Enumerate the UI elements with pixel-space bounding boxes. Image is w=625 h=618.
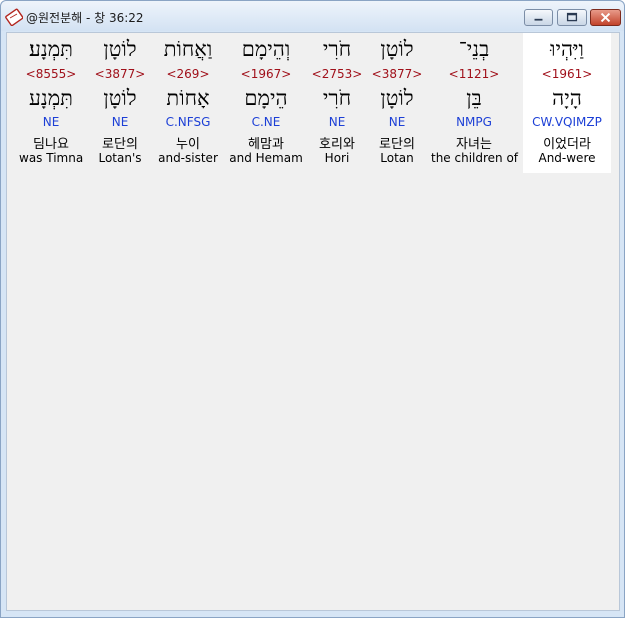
english-gloss: Lotan's	[98, 151, 142, 165]
hebrew-lemma: אָחוֹת	[166, 86, 210, 110]
word-column[interactable]: לוֹטָן <3877> לוֹטָן NE 로단의 Lotan	[369, 33, 425, 173]
word-column-selected[interactable]: וַיִּהְיוּ <1961> הָיָה CW.VQIMZP 이었더라 A…	[523, 33, 611, 173]
strong-number[interactable]: <1121>	[431, 67, 517, 81]
title-bar[interactable]: @원전분해 - 창 36:22	[1, 1, 624, 31]
app-window: @원전분해 - 창 36:22 תִּמְנָע׃ <8555> תִּמְנָ…	[0, 0, 625, 618]
korean-gloss: 이었더라	[543, 137, 591, 152]
hebrew-word: וַאֲחוֹת	[163, 37, 213, 61]
english-gloss: And-were	[538, 151, 596, 165]
morphology-code: NE	[388, 115, 406, 129]
morphology-code: NE	[111, 115, 129, 129]
bible-app-icon[interactable]	[5, 8, 23, 26]
word-column[interactable]: לוֹטָן <3877> לוֹטָן NE 로단의 Lotan's	[91, 33, 149, 173]
strong-number[interactable]: <2753>	[309, 67, 365, 81]
word-column[interactable]: חֹרִי <2753> חֹרִי NE 호리와 Hori	[309, 33, 365, 173]
korean-gloss: 자녀는	[456, 137, 492, 152]
hebrew-lemma: בֵּן	[466, 86, 482, 110]
korean-gloss: 로단의	[102, 137, 138, 152]
hebrew-word: חֹרִי	[322, 37, 352, 61]
morphology-code: NMPG	[456, 115, 492, 129]
minimize-button[interactable]	[524, 9, 553, 26]
maximize-button[interactable]	[557, 9, 587, 26]
strong-number[interactable]: <8555>	[19, 67, 83, 81]
strong-number[interactable]: <1967>	[228, 67, 304, 81]
hebrew-lemma: לוֹטָן	[103, 86, 137, 110]
strong-number[interactable]: <269>	[155, 67, 221, 81]
hebrew-word: וְהֵימָם	[241, 37, 291, 61]
hebrew-lemma: תִּמְנָע	[29, 86, 73, 110]
word-column[interactable]: בְנֵי־ <1121> בֵּן NMPG 자녀는 the children…	[431, 33, 519, 173]
analysis-pane[interactable]: תִּמְנָע׃ <8555> תִּמְנָע NE 딤나요 was Tim…	[6, 32, 620, 611]
hebrew-word: תִּמְנָע׃	[29, 37, 73, 61]
korean-gloss: 로단의	[379, 137, 415, 152]
hebrew-lemma: חֹרִי	[322, 86, 352, 110]
close-button[interactable]	[590, 9, 621, 26]
english-gloss: and-sister	[158, 151, 218, 165]
morphology-code: NE	[328, 115, 346, 129]
korean-gloss: 호리와	[319, 137, 355, 152]
strong-number[interactable]: <3877>	[369, 67, 425, 81]
hebrew-lemma: הֵימָם	[244, 86, 288, 110]
word-column[interactable]: תִּמְנָע׃ <8555> תִּמְנָע NE 딤나요 was Tim…	[19, 33, 83, 173]
hebrew-word: וַיִּהְיוּ	[550, 37, 584, 61]
korean-gloss: 딤나요	[33, 137, 69, 152]
english-gloss: the children of	[431, 151, 519, 165]
close-icon	[600, 12, 611, 23]
morphology-code: C.NFSG	[165, 115, 211, 129]
maximize-icon	[566, 12, 578, 22]
strong-number[interactable]: <1961>	[523, 67, 611, 81]
korean-gloss: 헤맘과	[248, 137, 284, 152]
english-gloss: was Timna	[19, 151, 84, 165]
english-gloss: Hori	[324, 151, 350, 165]
hebrew-word: בְנֵי־	[458, 37, 490, 61]
hebrew-lemma: לוֹטָן	[380, 86, 414, 110]
morphology-code: C.NE	[251, 115, 281, 129]
hebrew-lemma: הָיָה	[552, 86, 582, 110]
english-gloss: and Hemam	[229, 151, 303, 165]
word-column[interactable]: וְהֵימָם <1967> הֵימָם C.NE 헤맘과 and Hema…	[228, 33, 304, 173]
korean-gloss: 누이	[176, 137, 200, 152]
word-column[interactable]: וַאֲחוֹת <269> אָחוֹת C.NFSG 누이 and-sist…	[155, 33, 221, 173]
morphology-code: CW.VQIMZP	[532, 115, 602, 129]
hebrew-word: לוֹטָן	[103, 37, 137, 61]
morphology-code: NE	[42, 115, 60, 129]
window-bottom-border	[1, 612, 624, 617]
hebrew-word: לוֹטָן	[380, 37, 414, 61]
minimize-icon	[534, 18, 543, 21]
english-gloss: Lotan	[380, 151, 414, 165]
strong-number[interactable]: <3877>	[91, 67, 149, 81]
window-title: @원전분해 - 창 36:22	[26, 11, 144, 25]
